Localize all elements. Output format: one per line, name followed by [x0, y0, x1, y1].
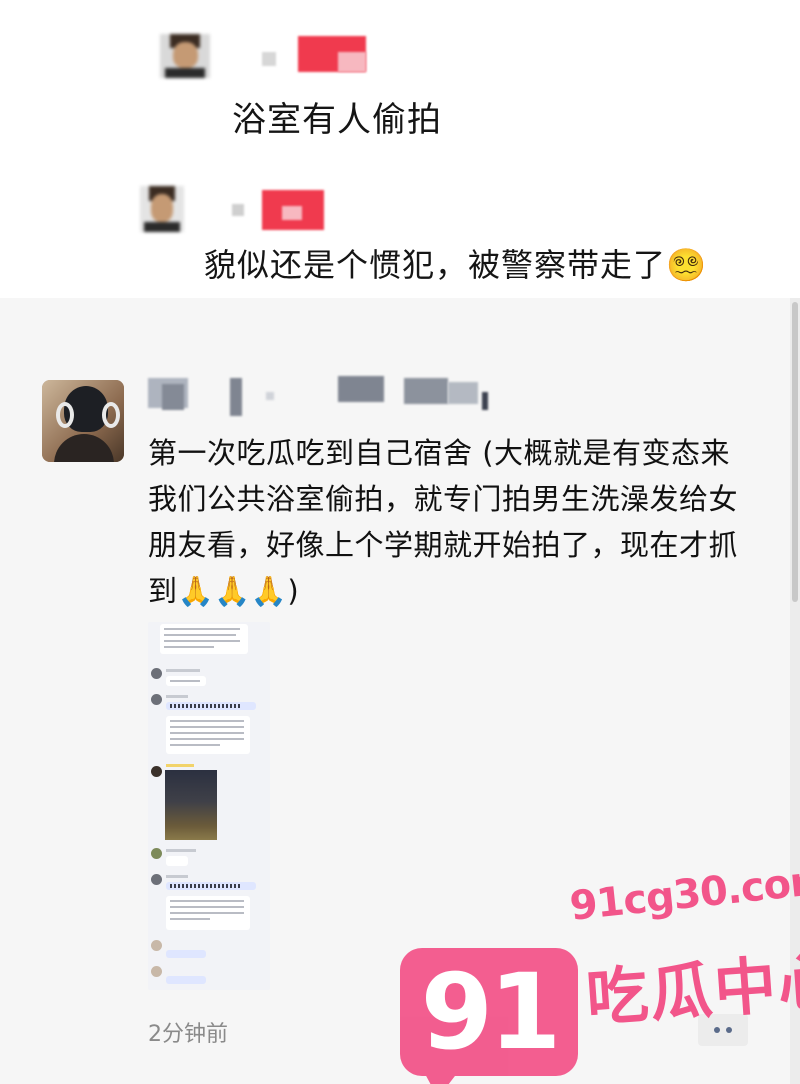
post-body-text: 第一次吃瓜吃到自己宿舍 (大概就是有变态来我们公共浴室偷拍，就专门拍男生洗澡发给… — [148, 436, 739, 608]
blurred-post-username[interactable] — [266, 392, 274, 400]
blurred-post-username[interactable] — [162, 384, 184, 410]
comment-text: 浴室有人偷拍 — [232, 100, 442, 140]
scrollbar-thumb[interactable] — [792, 302, 798, 602]
blurred-username — [262, 52, 276, 66]
blurred-post-username[interactable] — [448, 382, 478, 404]
blurred-post-username[interactable] — [482, 392, 488, 410]
commenter-avatar[interactable] — [160, 34, 210, 78]
post-timestamp: 2分钟前 — [148, 1022, 228, 1047]
watermark-logo-number: 91 — [420, 951, 562, 1073]
comment-text: 貌似还是个惯犯，被警察带走了😵‍💫 — [204, 246, 707, 284]
attached-chat-screenshot[interactable] — [148, 622, 270, 990]
blurred-post-username[interactable] — [338, 376, 384, 402]
commenter-avatar[interactable] — [140, 186, 184, 232]
blurred-post-username[interactable] — [230, 378, 242, 416]
blurred-post-username[interactable] — [404, 378, 448, 404]
watermark-label: 吃瓜中心 — [583, 944, 800, 1035]
post-author-avatar[interactable] — [42, 380, 124, 462]
blurred-username — [282, 206, 302, 220]
comment-panel: 浴室有人偷拍 貌似还是个惯犯，被警察带走了😵‍💫 — [0, 0, 800, 298]
blurred-username — [338, 52, 366, 72]
blurred-username — [232, 204, 244, 216]
